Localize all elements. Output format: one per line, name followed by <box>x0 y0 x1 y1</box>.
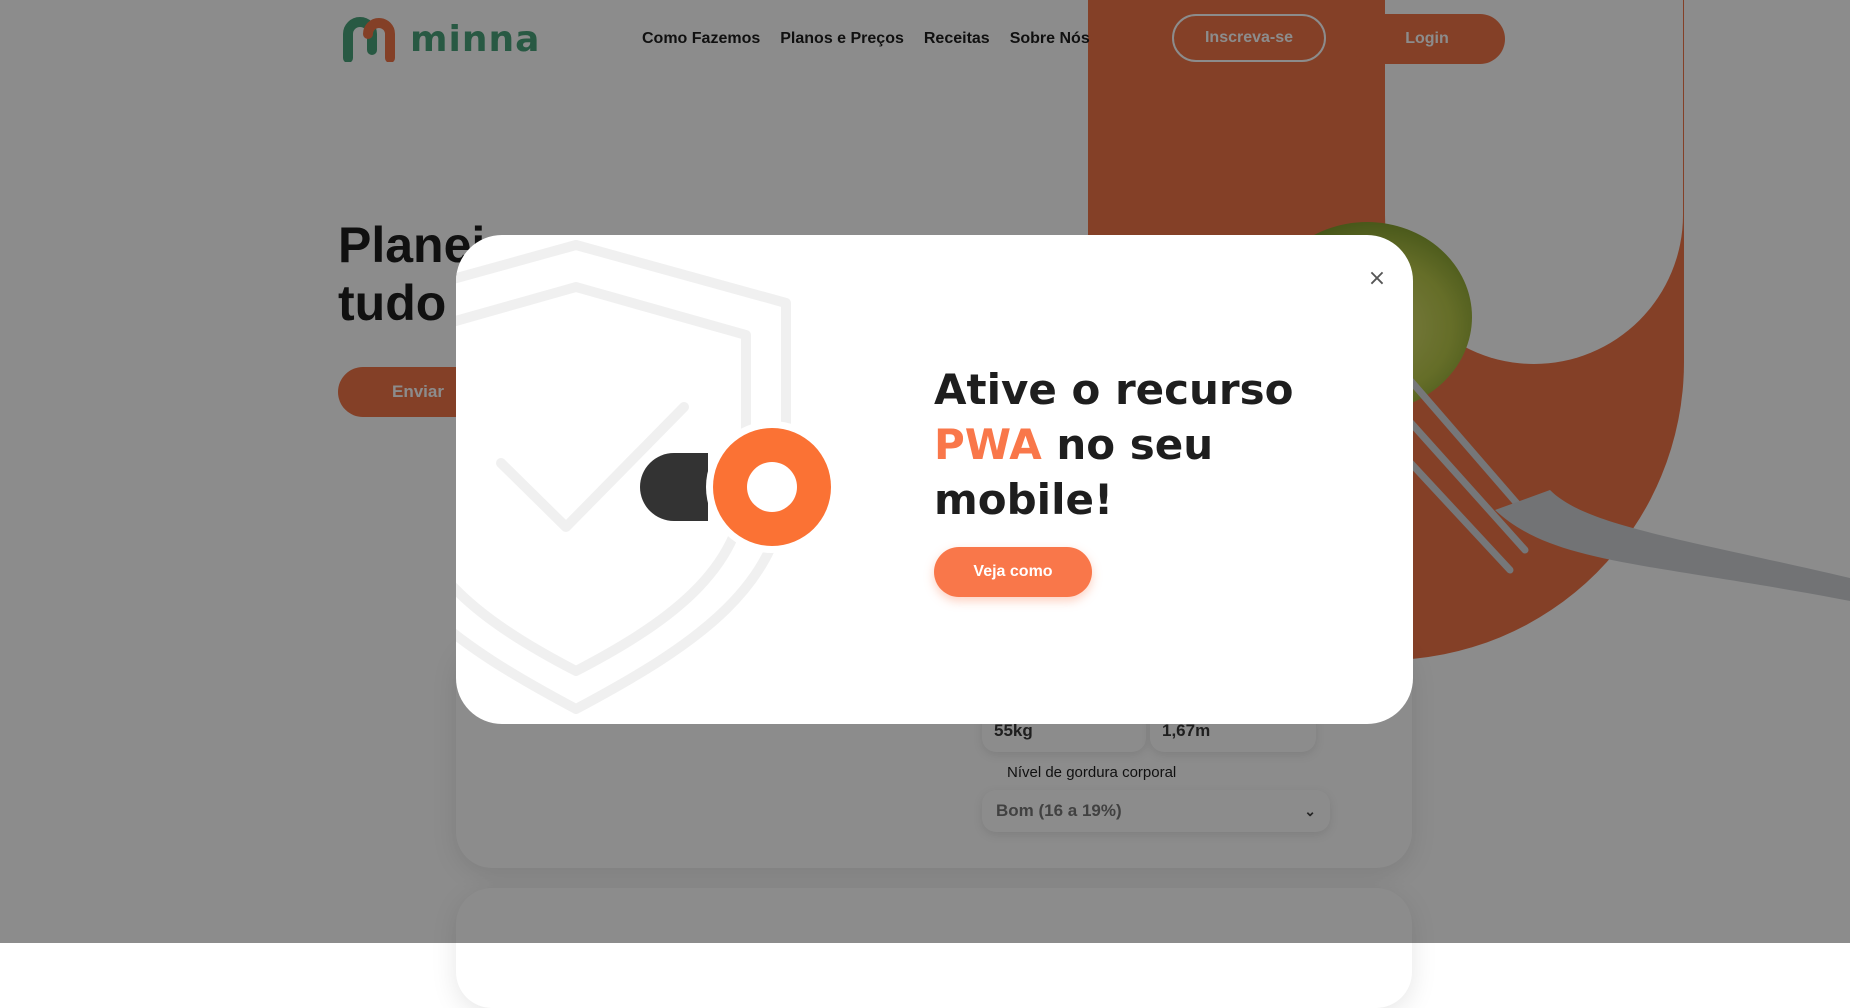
modal-title-accent: PWA <box>934 420 1042 469</box>
modal-title-part-1: Ative o recurso <box>934 365 1294 414</box>
modal-title: Ative o recurso PWA no seu mobile! <box>934 362 1334 527</box>
see-how-button[interactable]: Veja como <box>934 547 1092 597</box>
pwa-illustration <box>456 240 838 714</box>
close-icon[interactable]: × <box>1364 265 1390 291</box>
pwa-modal: × Ative o recurso PWA no seu mobile! Vej… <box>456 235 1413 724</box>
toggle-on-icon <box>640 421 838 553</box>
